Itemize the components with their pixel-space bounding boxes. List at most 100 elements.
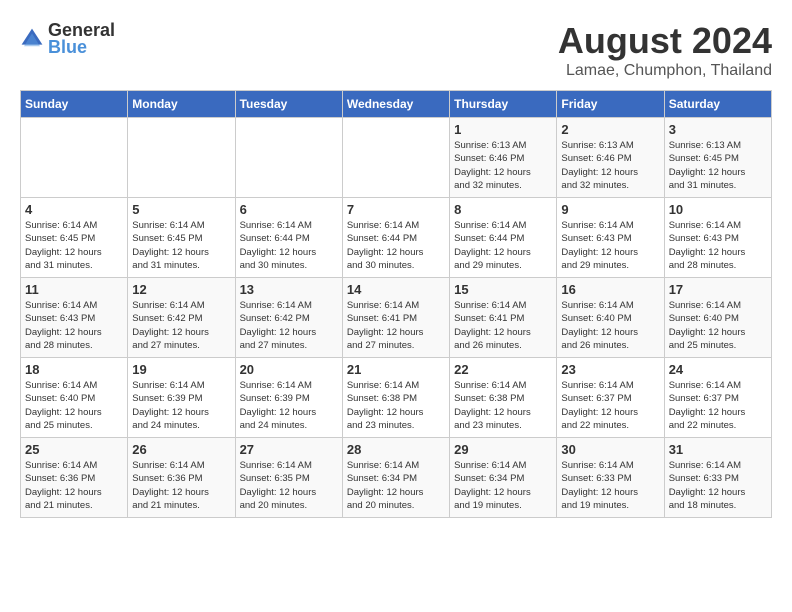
day-number: 24 <box>669 362 767 377</box>
calendar-day-cell: 9 Sunrise: 6:14 AM Sunset: 6:43 PM Daylig… <box>557 198 664 278</box>
calendar-day-cell: 15 Sunrise: 6:14 AM Sunset: 6:41 PM Dayli… <box>450 278 557 358</box>
day-number: 7 <box>347 202 445 217</box>
day-info: Sunrise: 6:14 AM Sunset: 6:45 PM Dayligh… <box>25 219 123 272</box>
day-number: 28 <box>347 442 445 457</box>
day-number: 12 <box>132 282 230 297</box>
page-header: General Blue August 2024 Lamae, Chumphon… <box>20 20 772 80</box>
calendar-day-cell: 18 Sunrise: 6:14 AM Sunset: 6:40 PM Dayli… <box>21 358 128 438</box>
day-number: 6 <box>240 202 338 217</box>
calendar-day-cell: 19Sunrise: 6:14 AM Sunset: 6:39 PM Dayli… <box>128 358 235 438</box>
day-number: 1 <box>454 122 552 137</box>
day-number: 2 <box>561 122 659 137</box>
calendar-week-row: 25 Sunrise: 6:14 AM Sunset: 6:36 PM Dayli… <box>21 438 772 518</box>
day-number: 17 <box>669 282 767 297</box>
calendar-day-cell: 8 Sunrise: 6:14 AM Sunset: 6:44 PM Daylig… <box>450 198 557 278</box>
calendar-week-row: 4 Sunrise: 6:14 AM Sunset: 6:45 PM Daylig… <box>21 198 772 278</box>
day-number: 30 <box>561 442 659 457</box>
calendar-day-cell: 27 Sunrise: 6:14 AM Sunset: 6:35 PM Dayli… <box>235 438 342 518</box>
calendar-day-cell: 23 Sunrise: 6:14 AM Sunset: 6:37 PM Dayli… <box>557 358 664 438</box>
day-info: Sunrise: 6:14 AM Sunset: 6:37 PM Dayligh… <box>561 379 659 432</box>
logo-blue: Blue <box>48 37 115 58</box>
day-info: Sunrise: 6:14 AM Sunset: 6:45 PM Dayligh… <box>132 219 230 272</box>
calendar-day-cell: 2Sunrise: 6:13 AM Sunset: 6:46 PM Daylig… <box>557 118 664 198</box>
weekday-header: Saturday <box>664 91 771 118</box>
day-number: 23 <box>561 362 659 377</box>
weekday-header: Wednesday <box>342 91 449 118</box>
calendar-day-cell: 24 Sunrise: 6:14 AM Sunset: 6:37 PM Dayli… <box>664 358 771 438</box>
day-info: Sunrise: 6:14 AM Sunset: 6:44 PM Dayligh… <box>240 219 338 272</box>
calendar-day-cell: 31 Sunrise: 6:14 AM Sunset: 6:33 PM Dayli… <box>664 438 771 518</box>
calendar-table: SundayMondayTuesdayWednesdayThursdayFrid… <box>20 90 772 518</box>
day-number: 15 <box>454 282 552 297</box>
day-number: 3 <box>669 122 767 137</box>
logo-icon <box>20 27 44 51</box>
day-info: Sunrise: 6:14 AM Sunset: 6:44 PM Dayligh… <box>454 219 552 272</box>
day-number: 20 <box>240 362 338 377</box>
day-number: 18 <box>25 362 123 377</box>
calendar-week-row: 1 Sunrise: 6:13 AM Sunset: 6:46 PM Daylig… <box>21 118 772 198</box>
weekday-header: Friday <box>557 91 664 118</box>
calendar-day-cell: 13Sunrise: 6:14 AM Sunset: 6:42 PM Dayli… <box>235 278 342 358</box>
day-info: Sunrise: 6:14 AM Sunset: 6:42 PM Dayligh… <box>240 299 338 352</box>
calendar-day-cell: 5Sunrise: 6:14 AM Sunset: 6:45 PM Daylig… <box>128 198 235 278</box>
day-info: Sunrise: 6:14 AM Sunset: 6:36 PM Dayligh… <box>25 459 123 512</box>
calendar-day-cell <box>128 118 235 198</box>
day-info: Sunrise: 6:14 AM Sunset: 6:40 PM Dayligh… <box>669 299 767 352</box>
day-number: 27 <box>240 442 338 457</box>
day-info: Sunrise: 6:14 AM Sunset: 6:40 PM Dayligh… <box>561 299 659 352</box>
calendar-day-cell: 12 Sunrise: 6:14 AM Sunset: 6:42 PM Dayli… <box>128 278 235 358</box>
day-info: Sunrise: 6:14 AM Sunset: 6:37 PM Dayligh… <box>669 379 767 432</box>
day-number: 8 <box>454 202 552 217</box>
day-number: 4 <box>25 202 123 217</box>
calendar-day-cell: 10 Sunrise: 6:14 AM Sunset: 6:43 PM Dayli… <box>664 198 771 278</box>
day-info: Sunrise: 6:14 AM Sunset: 6:33 PM Dayligh… <box>561 459 659 512</box>
calendar-day-cell: 1 Sunrise: 6:13 AM Sunset: 6:46 PM Daylig… <box>450 118 557 198</box>
weekday-header: Thursday <box>450 91 557 118</box>
calendar-day-cell: 17 Sunrise: 6:14 AM Sunset: 6:40 PM Dayli… <box>664 278 771 358</box>
weekday-header: Tuesday <box>235 91 342 118</box>
day-number: 10 <box>669 202 767 217</box>
calendar-day-cell: 28Sunrise: 6:14 AM Sunset: 6:34 PM Dayli… <box>342 438 449 518</box>
day-number: 29 <box>454 442 552 457</box>
calendar-day-cell: 14 Sunrise: 6:14 AM Sunset: 6:41 PM Dayli… <box>342 278 449 358</box>
day-info: Sunrise: 6:13 AM Sunset: 6:46 PM Dayligh… <box>454 139 552 192</box>
calendar-day-cell: 16 Sunrise: 6:14 AM Sunset: 6:40 PM Dayli… <box>557 278 664 358</box>
day-number: 14 <box>347 282 445 297</box>
day-number: 11 <box>25 282 123 297</box>
month-year: August 2024 <box>558 20 772 62</box>
day-number: 26 <box>132 442 230 457</box>
day-info: Sunrise: 6:14 AM Sunset: 6:38 PM Dayligh… <box>347 379 445 432</box>
day-number: 21 <box>347 362 445 377</box>
day-number: 16 <box>561 282 659 297</box>
calendar-day-cell <box>21 118 128 198</box>
title-block: August 2024 Lamae, Chumphon, Thailand <box>558 20 772 80</box>
day-info: Sunrise: 6:14 AM Sunset: 6:39 PM Dayligh… <box>240 379 338 432</box>
day-info: Sunrise: 6:14 AM Sunset: 6:43 PM Dayligh… <box>561 219 659 272</box>
day-number: 9 <box>561 202 659 217</box>
calendar-day-cell: 21 Sunrise: 6:14 AM Sunset: 6:38 PM Dayli… <box>342 358 449 438</box>
day-info: Sunrise: 6:14 AM Sunset: 6:43 PM Dayligh… <box>669 219 767 272</box>
calendar-body: 1 Sunrise: 6:13 AM Sunset: 6:46 PM Daylig… <box>21 118 772 518</box>
calendar-day-cell: 20 Sunrise: 6:14 AM Sunset: 6:39 PM Dayli… <box>235 358 342 438</box>
day-info: Sunrise: 6:14 AM Sunset: 6:33 PM Dayligh… <box>669 459 767 512</box>
calendar-header-row: SundayMondayTuesdayWednesdayThursdayFrid… <box>21 91 772 118</box>
day-info: Sunrise: 6:14 AM Sunset: 6:36 PM Dayligh… <box>132 459 230 512</box>
day-info: Sunrise: 6:14 AM Sunset: 6:40 PM Dayligh… <box>25 379 123 432</box>
day-info: Sunrise: 6:14 AM Sunset: 6:35 PM Dayligh… <box>240 459 338 512</box>
calendar-day-cell: 6 Sunrise: 6:14 AM Sunset: 6:44 PM Daylig… <box>235 198 342 278</box>
day-number: 25 <box>25 442 123 457</box>
day-info: Sunrise: 6:14 AM Sunset: 6:34 PM Dayligh… <box>454 459 552 512</box>
day-info: Sunrise: 6:14 AM Sunset: 6:41 PM Dayligh… <box>454 299 552 352</box>
logo: General Blue <box>20 20 115 58</box>
calendar-day-cell <box>235 118 342 198</box>
day-number: 31 <box>669 442 767 457</box>
day-number: 22 <box>454 362 552 377</box>
day-info: Sunrise: 6:14 AM Sunset: 6:41 PM Dayligh… <box>347 299 445 352</box>
weekday-header: Monday <box>128 91 235 118</box>
day-info: Sunrise: 6:13 AM Sunset: 6:45 PM Dayligh… <box>669 139 767 192</box>
day-info: Sunrise: 6:14 AM Sunset: 6:42 PM Dayligh… <box>132 299 230 352</box>
logo-text: General Blue <box>48 20 115 58</box>
calendar-day-cell: 4 Sunrise: 6:14 AM Sunset: 6:45 PM Daylig… <box>21 198 128 278</box>
day-number: 19 <box>132 362 230 377</box>
day-info: Sunrise: 6:14 AM Sunset: 6:44 PM Dayligh… <box>347 219 445 272</box>
